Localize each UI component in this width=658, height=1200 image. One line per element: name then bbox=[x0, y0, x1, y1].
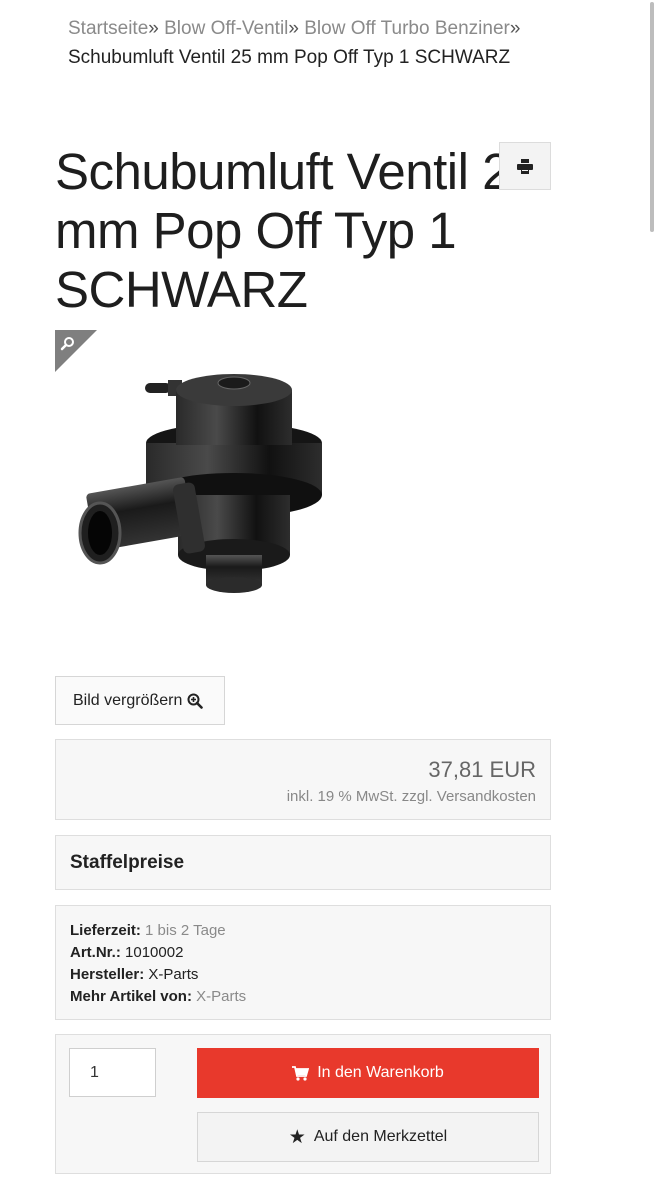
more-articles: Mehr Artikel von: X-Parts bbox=[70, 988, 247, 1005]
price-box: 37,81 EUR inkl. 19 % MwSt. zzgl. Versand… bbox=[55, 739, 551, 820]
manufacturer: Hersteller: X-Parts bbox=[70, 966, 199, 983]
page-scrollbar[interactable] bbox=[650, 0, 654, 1200]
breadcrumb-link-blow-off-ventil[interactable]: Blow Off-Ventil bbox=[164, 18, 288, 39]
cart-box: In den Warenkorb ★ Auf den Merkzettel bbox=[55, 1034, 551, 1174]
breadcrumb-current: Schubumluft Ventil 25 mm Pop Off Typ 1 S… bbox=[68, 47, 511, 68]
article-number: Art.Nr.: 1010002 bbox=[70, 944, 184, 961]
cart-icon bbox=[292, 1065, 310, 1081]
enlarge-image-button[interactable]: Bild vergrößern bbox=[55, 676, 225, 725]
print-icon bbox=[517, 158, 533, 174]
breadcrumb-separator: » bbox=[509, 18, 521, 39]
breadcrumb-link-startseite[interactable]: Startseite bbox=[68, 18, 148, 39]
scrollbar-thumb[interactable] bbox=[650, 2, 654, 232]
add-to-cart-label: In den Warenkorb bbox=[317, 1064, 444, 1081]
quantity-input[interactable] bbox=[69, 1048, 156, 1097]
zoom-in-icon bbox=[187, 693, 204, 709]
enlarge-image-label: Bild vergrößern bbox=[73, 691, 183, 709]
product-image[interactable] bbox=[70, 345, 340, 615]
more-articles-link[interactable]: X-Parts bbox=[196, 988, 246, 1005]
add-to-wishlist-button[interactable]: ★ Auf den Merkzettel bbox=[197, 1112, 539, 1162]
breadcrumb-separator: » bbox=[148, 18, 159, 39]
product-details: Lieferzeit: 1 bis 2 Tage Art.Nr.: 101000… bbox=[55, 905, 551, 1020]
delivery-time: Lieferzeit: 1 bis 2 Tage bbox=[70, 922, 226, 939]
page-title: Schubumluft Ventil 25 mm Pop Off Typ 1 S… bbox=[55, 143, 538, 318]
add-to-wishlist-label: Auf den Merkzettel bbox=[313, 1128, 448, 1145]
add-to-cart-button[interactable]: In den Warenkorb bbox=[197, 1048, 539, 1098]
breadcrumb-separator: » bbox=[288, 18, 299, 39]
breadcrumb-link-blow-off-turbo-benziner[interactable]: Blow Off Turbo Benziner bbox=[304, 18, 510, 39]
breadcrumb: Startseite» Blow Off-Ventil» Blow Off Tu… bbox=[68, 14, 558, 72]
star-icon: ★ bbox=[288, 1126, 306, 1148]
product-price: 37,81 EUR bbox=[428, 757, 536, 782]
staffelpreise-panel[interactable]: Staffelpreise bbox=[55, 835, 551, 890]
print-button[interactable] bbox=[499, 142, 551, 190]
tax-note[interactable]: inkl. 19 % MwSt. zzgl. Versandkosten bbox=[56, 788, 536, 805]
